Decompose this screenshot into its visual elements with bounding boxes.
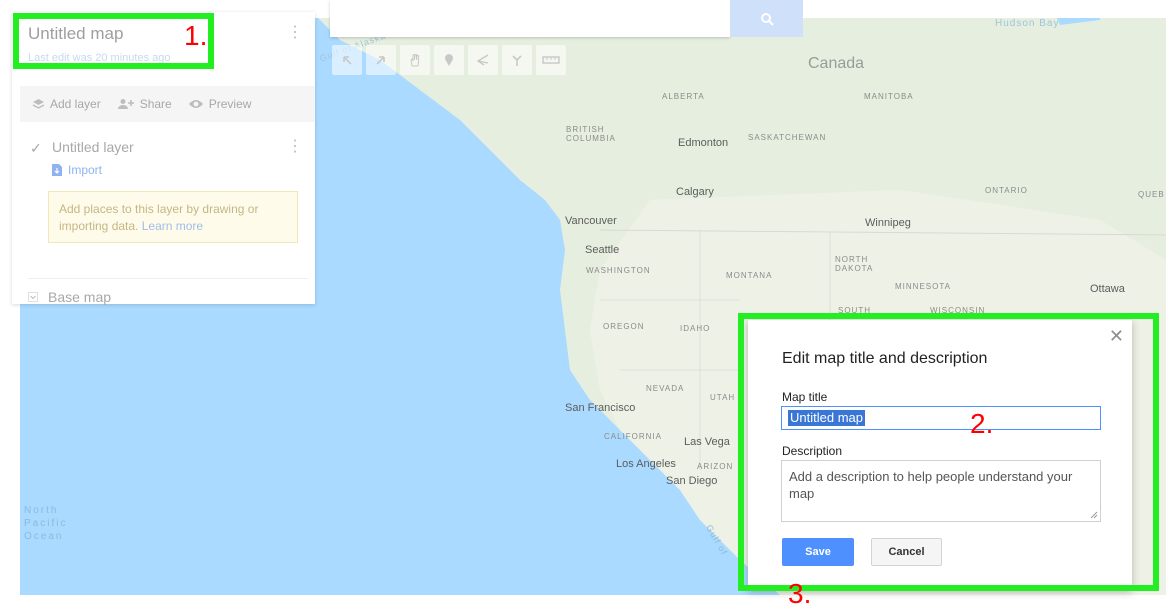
share-button[interactable]: Share: [117, 97, 172, 111]
ruler-icon: [542, 56, 560, 64]
map-label-san-diego: San Diego: [666, 475, 718, 487]
search-button[interactable]: [730, 0, 803, 37]
import-link[interactable]: Import: [52, 163, 102, 177]
map-label-arizona: ARIZON: [697, 462, 734, 471]
share-label: Share: [139, 97, 172, 111]
preview-button[interactable]: Preview: [188, 97, 252, 111]
file-import-icon: [52, 164, 62, 176]
import-label: Import: [68, 163, 103, 177]
layer-more-vert-icon[interactable]: ⋮: [287, 136, 303, 156]
map-label-british-columbia: BRITISH COLUMBIA: [566, 125, 616, 143]
undo-icon: [343, 56, 352, 65]
map-label-minnesota: MINNESOTA: [895, 282, 951, 291]
map-label-washington: WASHINGTON: [586, 266, 651, 275]
map-label-nevada: NEVADA: [646, 384, 685, 393]
measure-button[interactable]: [536, 45, 566, 75]
map-label-alberta: ALBERTA: [662, 92, 705, 101]
base-map-row[interactable]: Base map: [28, 278, 308, 305]
layer-hint: Add places to this layer by drawing or i…: [48, 191, 298, 243]
directions-button[interactable]: [502, 45, 532, 75]
hand-icon: [410, 54, 419, 67]
map-label-oregon: OREGON: [603, 322, 645, 331]
annotation-number-3: 3.: [788, 578, 812, 609]
map-label-san-francisco: San Francisco: [565, 402, 636, 414]
layer-name[interactable]: Untitled layer: [52, 139, 134, 155]
map-label-idaho: IDAHO: [680, 324, 711, 333]
map-toolbar: [332, 45, 570, 75]
base-map-label: Base map: [48, 289, 112, 305]
map-label-vancouver: Vancouver: [565, 215, 617, 227]
more-vert-icon[interactable]: ⋮: [287, 22, 303, 42]
map-label-quebec: QUEB: [1138, 190, 1165, 199]
map-label-manitoba: MANITOBA: [864, 92, 914, 101]
search-input[interactable]: [330, 0, 730, 37]
hand-tool-button[interactable]: [400, 45, 430, 75]
map-label-north-pacific-ocean: North Pacific Ocean: [24, 505, 68, 542]
eye-icon: [188, 100, 203, 108]
annotation-number-1: 1.: [184, 20, 208, 51]
dropdown-icon: [28, 292, 38, 302]
draw-line-button[interactable]: [468, 45, 498, 75]
map-label-california: CALIFORNIA: [604, 432, 663, 441]
undo-button[interactable]: [332, 45, 362, 75]
annotation-number-2: 2.: [970, 408, 994, 439]
map-label-calgary: Calgary: [676, 186, 714, 198]
map-label-ontario: ONTARIO: [985, 186, 1028, 195]
map-label-las-vegas: Las Vega: [684, 436, 730, 448]
add-layer-label: Add layer: [50, 97, 101, 111]
bottom-margin: [0, 595, 1166, 605]
map-label-hudson-bay: Hudson Bay: [995, 18, 1060, 29]
add-person-icon: [117, 99, 134, 109]
panel-actions: Add layer Share Preview: [20, 86, 315, 122]
add-layer-button[interactable]: Add layer: [32, 97, 101, 111]
preview-label: Preview: [208, 97, 252, 111]
map-label-winnipeg: Winnipeg: [865, 217, 911, 229]
directions-icon: [512, 55, 522, 66]
redo-icon: [376, 56, 385, 65]
checkbox-icon[interactable]: ✓: [30, 140, 42, 157]
map-label-utah: UTAH: [710, 393, 736, 402]
map-label-montana: MONTANA: [726, 271, 773, 280]
add-marker-button[interactable]: [434, 45, 464, 75]
learn-more-link[interactable]: Learn more: [142, 219, 203, 233]
draw-line-icon: [476, 54, 489, 66]
map-label-canada: Canada: [808, 55, 865, 72]
map-label-ottawa: Ottawa: [1090, 283, 1125, 295]
search-icon: [760, 12, 774, 26]
annotation-box-2: [738, 313, 1159, 591]
map-label-north-dakota: NORTH DAKOTA: [835, 255, 874, 273]
map-label-seattle: Seattle: [585, 244, 620, 256]
map-label-saskatchewan: SASKATCHEWAN: [748, 133, 827, 142]
map-label-edmonton: Edmonton: [678, 137, 729, 149]
map-label-los-angeles: Los Angeles: [616, 458, 676, 470]
redo-button[interactable]: [366, 45, 396, 75]
layers-icon: [32, 99, 45, 109]
marker-icon: [445, 54, 453, 66]
